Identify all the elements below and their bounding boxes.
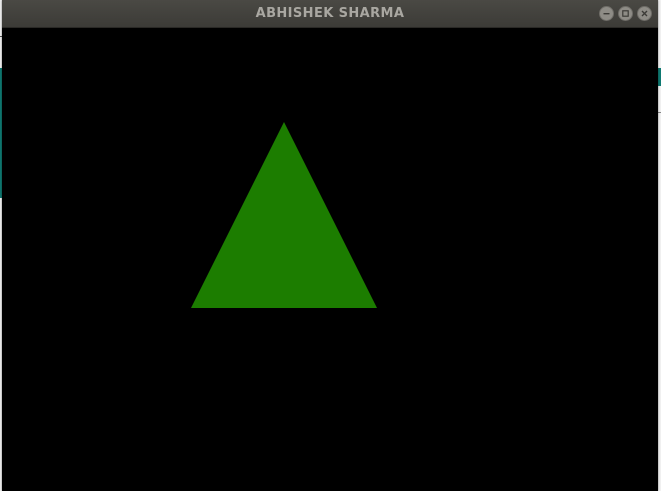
maximize-icon[interactable] — [618, 6, 633, 21]
app-window: ABHISHEK SHARMA — [2, 0, 658, 491]
minimize-icon[interactable] — [599, 6, 614, 21]
opengl-canvas[interactable] — [2, 28, 658, 491]
close-icon[interactable] — [637, 6, 652, 21]
drawing-surface — [191, 122, 377, 308]
window-title: ABHISHEK SHARMA — [255, 6, 405, 21]
window-controls — [599, 6, 652, 21]
green-triangle — [191, 122, 377, 308]
window-titlebar[interactable]: ABHISHEK SHARMA — [2, 0, 658, 28]
